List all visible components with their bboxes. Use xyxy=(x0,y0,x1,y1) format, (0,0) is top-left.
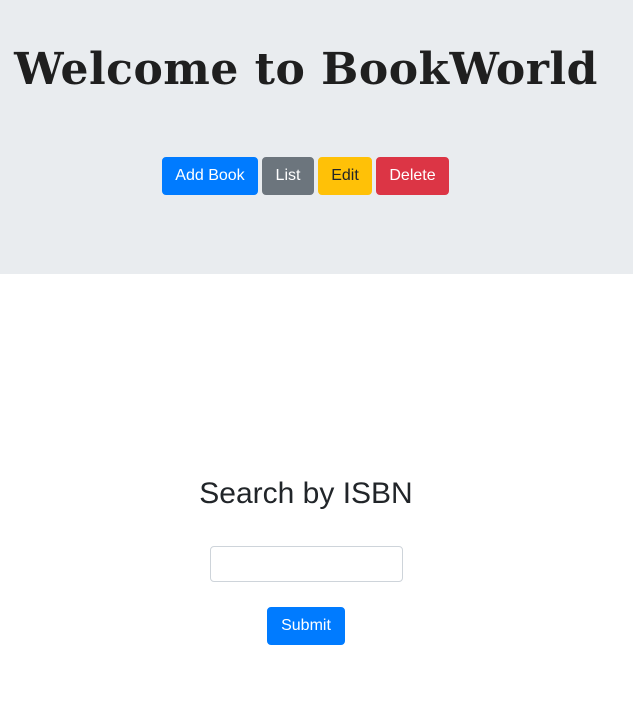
site-title: Welcome to BookWorld xyxy=(14,44,598,95)
list-button[interactable]: List xyxy=(262,157,314,195)
header-jumbotron: Welcome to BookWorld Add Book List Edit … xyxy=(0,0,633,274)
action-button-group: Add Book List Edit Delete xyxy=(162,157,449,195)
edit-button[interactable]: Edit xyxy=(318,157,372,195)
isbn-search-input[interactable] xyxy=(210,546,403,582)
delete-button[interactable]: Delete xyxy=(376,157,449,195)
search-heading: Search by ISBN xyxy=(199,477,413,510)
add-book-button[interactable]: Add Book xyxy=(162,157,258,195)
submit-button[interactable]: Submit xyxy=(267,607,345,645)
